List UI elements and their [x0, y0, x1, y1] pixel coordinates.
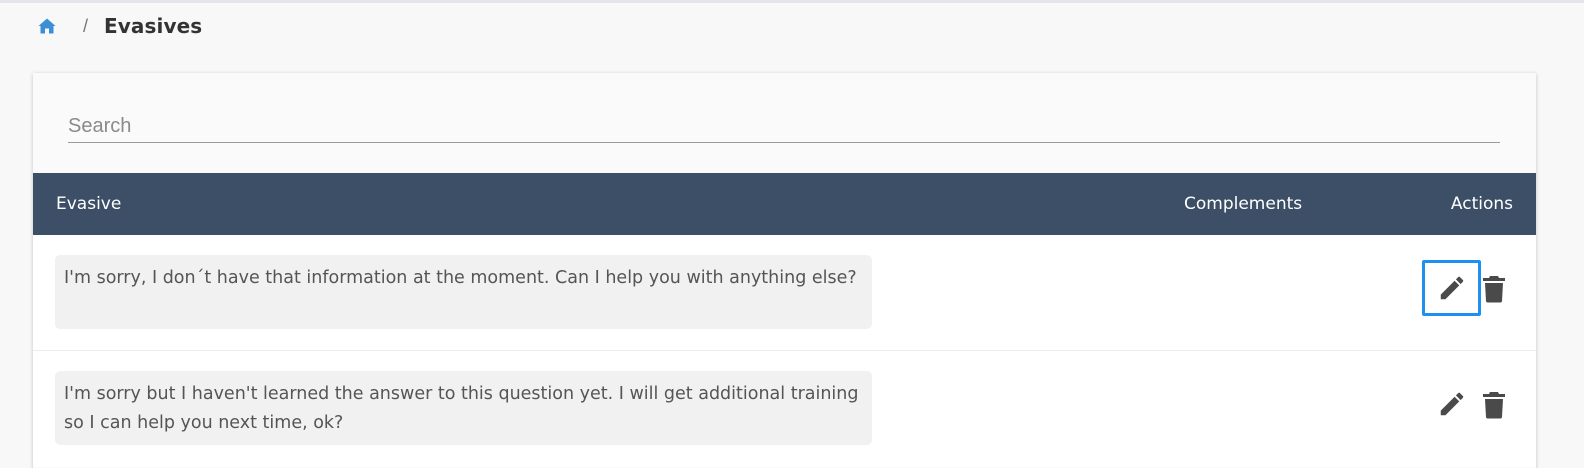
- trash-icon: [1483, 392, 1505, 419]
- table-header: Evasive Complements Actions: [33, 173, 1536, 235]
- table-row: I'm sorry, I don´t have that information…: [33, 235, 1536, 351]
- column-header-complements: Complements: [1184, 194, 1303, 214]
- evasives-card: Evasive Complements Actions I'm sorry, I…: [33, 73, 1536, 468]
- column-header-evasive: Evasive: [56, 194, 122, 214]
- page-title: Evasives: [104, 14, 203, 38]
- pencil-icon: [1440, 392, 1463, 416]
- breadcrumb: / Evasives: [38, 14, 202, 38]
- pencil-icon: [1440, 276, 1463, 300]
- home-icon[interactable]: [38, 18, 56, 34]
- delete-button[interactable]: [1480, 390, 1508, 420]
- breadcrumb-separator: /: [83, 15, 89, 36]
- evasive-text: I'm sorry but I haven't learned the answ…: [55, 371, 872, 445]
- top-divider: [0, 0, 1584, 3]
- table-row: I'm sorry but I haven't learned the answ…: [33, 351, 1536, 467]
- search-field: [68, 103, 1500, 143]
- search-input[interactable]: [68, 103, 1500, 142]
- delete-button[interactable]: [1480, 274, 1508, 304]
- trash-icon: [1483, 276, 1505, 303]
- edit-button[interactable]: [1422, 376, 1481, 432]
- column-header-actions: Actions: [1450, 194, 1513, 214]
- evasive-text: I'm sorry, I don´t have that information…: [55, 255, 872, 329]
- edit-button[interactable]: [1422, 260, 1481, 316]
